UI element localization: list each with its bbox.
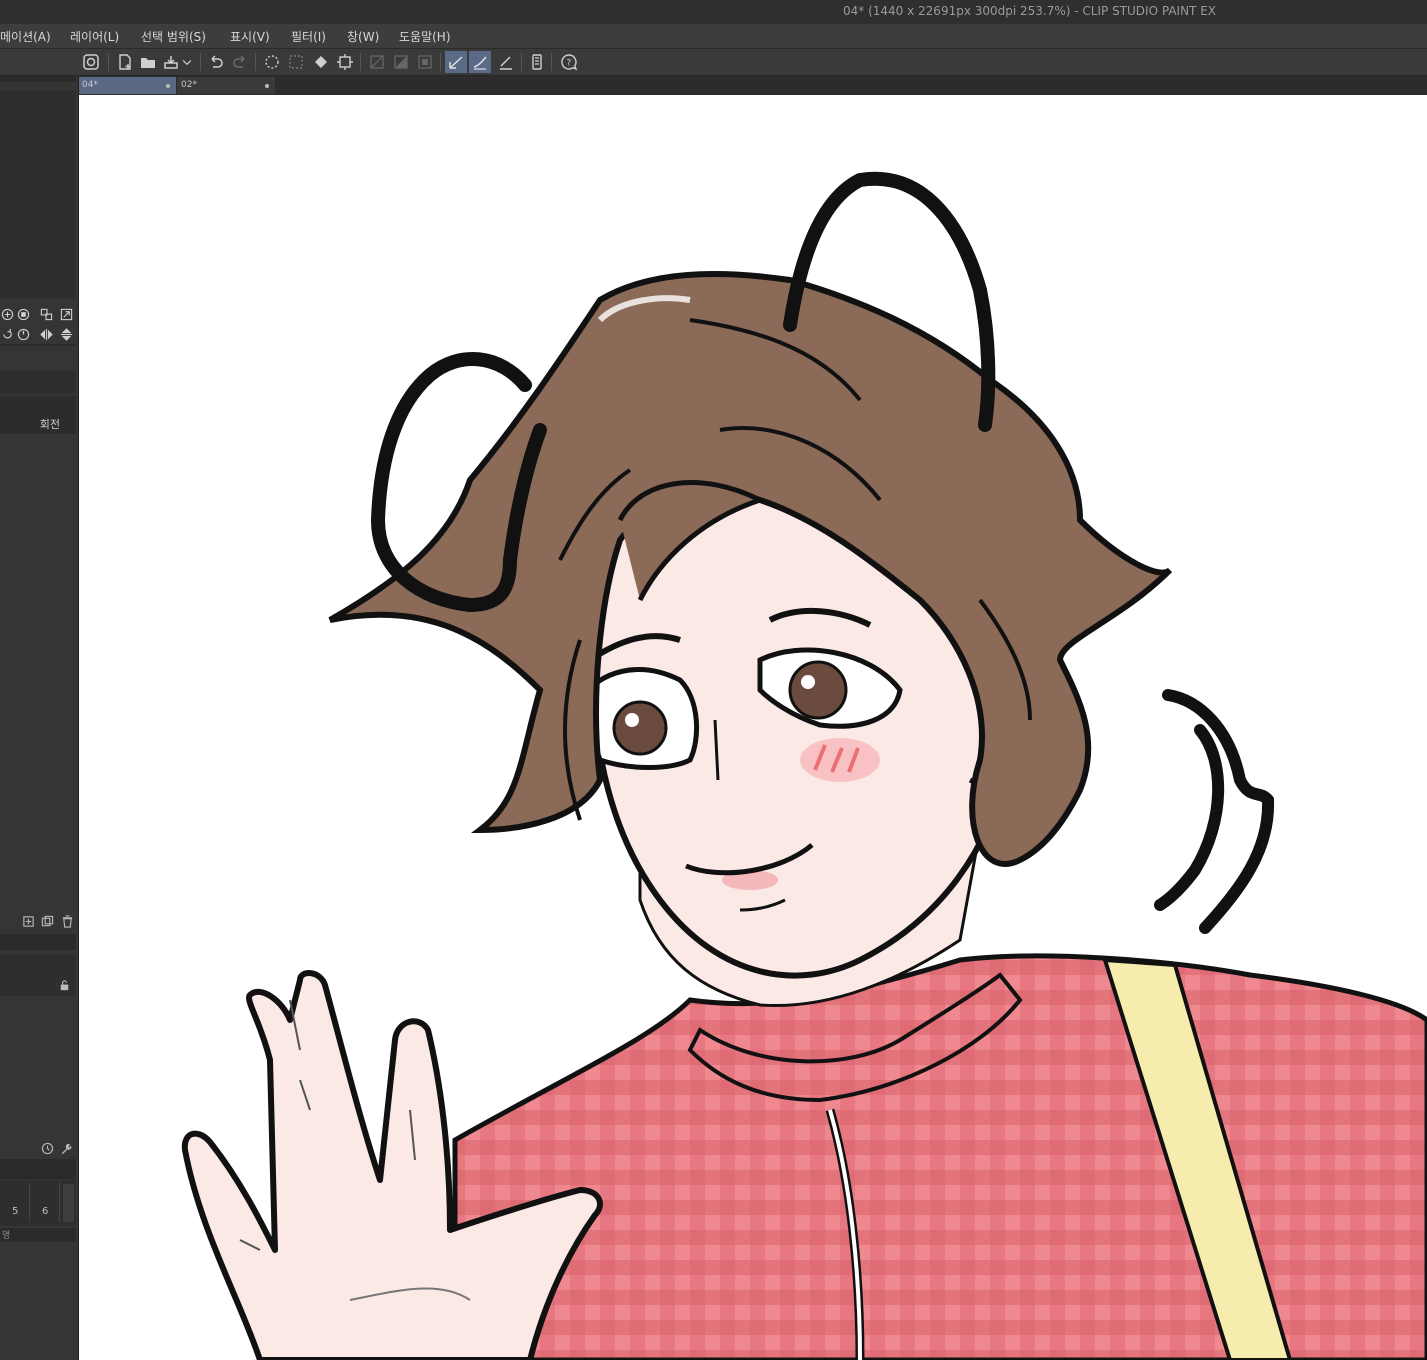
stroke-icon[interactable] — [469, 51, 491, 73]
navigator-preview — [0, 90, 76, 298]
ruler-icon[interactable] — [366, 51, 388, 73]
menu-filter[interactable]: 필터(I) — [291, 28, 326, 45]
open-file-icon[interactable] — [137, 51, 159, 73]
reset-rotation-icon[interactable] — [16, 327, 30, 341]
menu-window[interactable]: 창(W) — [347, 28, 379, 45]
tab-label: 04* — [82, 80, 98, 90]
lock-icon[interactable] — [57, 978, 71, 992]
flip-horizontal-icon[interactable] — [39, 327, 53, 341]
menu-selection[interactable]: 선택 범위(S) — [141, 28, 206, 45]
menu-help[interactable]: 도움말(H) — [399, 28, 451, 45]
menu-view[interactable]: 표시(V) — [230, 28, 270, 45]
grid-cell-6[interactable]: 6 — [32, 1182, 60, 1222]
pen-mode-icon[interactable] — [445, 51, 467, 73]
crop-icon[interactable] — [334, 51, 356, 73]
transform-icon[interactable] — [261, 51, 283, 73]
new-layer-icon[interactable] — [21, 914, 35, 928]
rotate-label: 회전 — [39, 418, 60, 431]
document-tabs: 04* 02* — [78, 76, 1427, 95]
illustration — [181, 171, 1427, 1360]
property-header — [0, 370, 76, 394]
settings-icon[interactable] — [40, 1141, 54, 1155]
duplicate-icon[interactable] — [40, 914, 54, 928]
flip-vertical-icon[interactable] — [59, 327, 73, 341]
stop-icon[interactable] — [16, 307, 30, 321]
undo-icon[interactable] — [205, 51, 227, 73]
title-bar: 04* (1440 x 22691px 300dpi 253.7%) - CLI… — [0, 0, 1427, 24]
tab-02[interactable]: 02* — [177, 77, 275, 94]
left-panel: 회전 5 6 명 — [0, 76, 79, 1360]
tab-04[interactable]: 04* — [78, 77, 176, 94]
select-icon[interactable] — [285, 51, 307, 73]
svg-text:?: ? — [567, 59, 572, 69]
menu-animation[interactable]: 메이션(A) — [0, 28, 51, 45]
grid-icon[interactable] — [414, 51, 436, 73]
wrench-icon[interactable] — [59, 1141, 73, 1155]
fit-icon[interactable] — [39, 307, 53, 321]
blush — [800, 738, 880, 782]
panel-header — [0, 76, 76, 82]
chevron-down-icon[interactable] — [180, 51, 194, 73]
grid-cell-5[interactable]: 5 — [2, 1182, 30, 1222]
tab-label: 02* — [181, 80, 197, 90]
rotate-row: 회전 — [0, 396, 76, 434]
menu-layer[interactable]: 레이어(L) — [70, 28, 119, 45]
save-icon[interactable] — [160, 51, 182, 73]
redo-icon[interactable] — [229, 51, 251, 73]
help-icon[interactable]: ? — [558, 51, 580, 73]
tool-grid: 5 6 — [0, 1180, 76, 1226]
panel-footer-label: 명 — [2, 1231, 11, 1241]
drawing-canvas[interactable] — [79, 95, 1427, 1360]
rotate-icon[interactable] — [0, 327, 14, 341]
clip-studio-icon[interactable] — [80, 51, 102, 73]
close-dot-icon[interactable] — [265, 84, 269, 88]
close-dot-icon[interactable] — [166, 84, 170, 88]
trash-icon[interactable] — [60, 914, 74, 928]
menu-bar: 메이션(A) 레이어(L) 선택 범위(S) 표시(V) 필터(I) 창(W) … — [0, 24, 1427, 49]
expand-icon[interactable] — [59, 307, 73, 321]
new-file-icon[interactable] — [114, 51, 136, 73]
motion-squiggle — [1154, 689, 1275, 934]
zoom-in-icon[interactable] — [0, 307, 14, 321]
device-icon[interactable] — [526, 51, 548, 73]
window-title: 04* (1440 x 22691px 300dpi 253.7%) - CLI… — [843, 4, 1216, 18]
scrollbar[interactable] — [63, 1184, 74, 1222]
cell-number: 5 — [12, 1206, 19, 1217]
eraser-icon[interactable] — [495, 51, 517, 73]
command-bar: ? — [0, 49, 1427, 76]
snap-icon[interactable] — [390, 51, 412, 73]
fill-icon[interactable] — [310, 51, 332, 73]
cell-number: 6 — [42, 1206, 49, 1217]
